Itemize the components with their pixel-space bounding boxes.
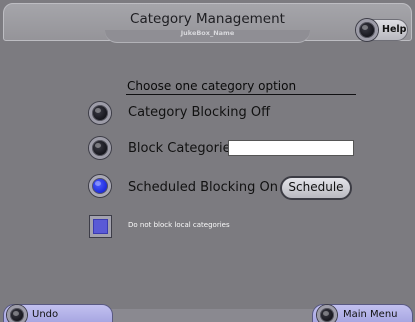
option-label-scheduled-blocking: Scheduled Blocking On: [128, 180, 278, 195]
undo-button[interactable]: Undo: [3, 304, 113, 322]
heading-divider: [126, 94, 356, 95]
undo-label: Undo: [32, 309, 59, 320]
main-menu-knob-icon: [317, 305, 337, 322]
schedule-button[interactable]: Schedule: [280, 176, 352, 200]
radio-category-blocking-off[interactable]: [89, 102, 111, 124]
option-label-block-categories: Block Categories: [128, 141, 238, 156]
local-categories-label: Do not block local categories: [128, 221, 230, 229]
jukebox-name: JukeBox_Name: [180, 29, 235, 37]
help-label: Help: [382, 24, 407, 35]
main-menu-label: Main Menu: [343, 309, 398, 320]
main-menu-button[interactable]: Main Menu: [312, 304, 413, 322]
undo-knob-icon: [7, 305, 27, 322]
radio-scheduled-blocking-on[interactable]: [89, 175, 111, 197]
help-button[interactable]: Help: [356, 19, 408, 41]
page-title: Category Management: [130, 11, 285, 27]
radio-block-categories[interactable]: [89, 137, 111, 159]
local-categories-checkbox[interactable]: [90, 216, 111, 237]
footer-strip: [100, 309, 330, 322]
help-knob-icon: [356, 19, 378, 41]
category-management-screen: Category Management JukeBox_Name Help Ch…: [0, 0, 415, 322]
option-label-blocking-off: Category Blocking Off: [128, 105, 271, 120]
block-categories-field[interactable]: [228, 140, 354, 156]
options-heading: Choose one category option: [127, 79, 297, 93]
